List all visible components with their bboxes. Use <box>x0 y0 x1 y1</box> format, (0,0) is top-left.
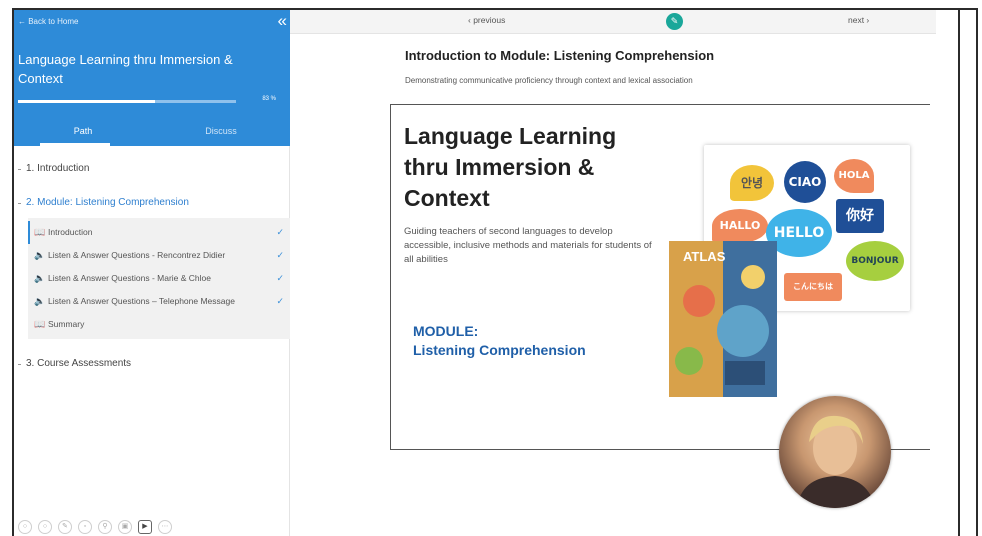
tab-discuss[interactable]: Discuss <box>152 116 290 146</box>
lesson-label: Listen & Answer Questions – Telephone Me… <box>48 296 235 306</box>
help-icon[interactable]: ○ <box>38 520 52 534</box>
completed-check-icon: ✓ <box>276 296 284 306</box>
module-label-line1: MODULE: <box>413 323 479 339</box>
lesson-label: Listen & Answer Questions - Marie & Chlo… <box>48 273 211 283</box>
window-edge <box>958 8 960 536</box>
lesson-item[interactable]: 🔈 Listen & Answer Questions - Rencontrez … <box>28 244 290 267</box>
lesson-label: Summary <box>48 319 85 329</box>
course-progress-bar <box>18 100 236 103</box>
previous-button[interactable]: ‹ previous <box>468 15 505 25</box>
edit-icon[interactable]: ✎ <box>58 520 72 534</box>
lesson-item[interactable]: 📖 Introduction ✓ <box>28 221 290 244</box>
presenter-webcam <box>779 396 891 508</box>
lesson-label: Introduction <box>48 227 93 237</box>
course-outline: 1. Introduction 2. Module: Listening Com… <box>14 160 290 373</box>
course-progress-percent: 83 % <box>262 96 276 102</box>
lesson-item[interactable]: 🔈 Listen & Answer Questions - Marie & Chl… <box>28 267 290 290</box>
lesson-list: 📖 Introduction ✓ 🔈 Listen & Answer Questions… <box>28 218 290 339</box>
course-sidebar: ← Back to Home « Language Learning thru … <box>14 10 290 536</box>
page-title: Introduction to Module: Listening Compre… <box>405 48 715 63</box>
book-icon: 📖 <box>34 319 46 329</box>
atlas-cover-art: ATLAS <box>669 241 777 397</box>
greeting-bubble: HOLA <box>834 159 874 193</box>
sidebar-header: ← Back to Home « Language Learning thru … <box>14 10 290 146</box>
lesson-item[interactable]: 📖 Summary <box>28 313 290 336</box>
pencil-icon[interactable]: ✎ <box>666 13 683 30</box>
greeting-bubble: BONJOUR <box>846 241 904 281</box>
collapse-sidebar-icon[interactable]: « <box>278 12 288 30</box>
next-button[interactable]: next › <box>848 15 869 25</box>
greeting-bubble: 你好 <box>836 199 884 233</box>
search-icon[interactable]: ⚲ <box>98 520 112 534</box>
completed-check-icon: ✓ <box>276 250 284 260</box>
course-title: Language Learning thru Immersion & Conte… <box>18 52 233 86</box>
greeting-bubble: HALLO <box>712 209 768 243</box>
greeting-bubble: こんにちは <box>784 273 842 301</box>
page-subtitle: Demonstrating communicative proficiency … <box>405 76 693 85</box>
book-icon: 📖 <box>34 227 46 237</box>
section-listening-comprehension[interactable]: 2. Module: Listening Comprehension <box>14 194 290 212</box>
speaker-icon: 🔈 <box>34 250 46 260</box>
course-progress-fill <box>18 100 156 103</box>
back-to-home-link[interactable]: ← Back to Home <box>18 17 78 26</box>
video-icon[interactable]: ▶ <box>138 520 152 534</box>
greeting-bubble: CIAO <box>784 161 826 203</box>
atlas-title-text: ATLAS <box>683 249 726 264</box>
accessibility-icon[interactable]: ○ <box>18 520 32 534</box>
slide-title: Language Learning thru Immersion & Conte… <box>404 123 617 211</box>
copy-icon[interactable]: ▣ <box>118 520 132 534</box>
speaker-icon: 🔈 <box>34 296 46 306</box>
sidebar-footer-toolbar: ○ ○ ✎ ▫ ⚲ ▣ ▶ ⋯ <box>18 520 172 534</box>
speaker-icon: 🔈 <box>34 273 46 283</box>
lesson-nav-bar: ‹ previous ✎ next › <box>290 10 936 34</box>
sidebar-tabs: Path Discuss <box>14 116 290 146</box>
active-tab-indicator <box>40 143 110 146</box>
presenter-avatar <box>797 415 875 508</box>
completed-check-icon: ✓ <box>276 227 284 237</box>
lesson-label: Listen & Answer Questions - Rencontrez D… <box>48 250 226 260</box>
atlas-book-cover: ATLAS <box>669 241 777 397</box>
print-icon[interactable]: ▫ <box>78 520 92 534</box>
module-label-line2: Listening Comprehension <box>413 342 586 358</box>
section-course-assessments[interactable]: 3. Course Assessments <box>14 355 290 373</box>
slide-description: Guiding teachers of second languages to … <box>404 226 652 265</box>
section-introduction[interactable]: 1. Introduction <box>14 160 290 178</box>
tab-path[interactable]: Path <box>14 116 152 146</box>
greeting-bubble: 안녕 <box>730 165 774 201</box>
completed-check-icon: ✓ <box>276 273 284 283</box>
more-icon[interactable]: ⋯ <box>158 520 172 534</box>
lesson-item[interactable]: 🔈 Listen & Answer Questions – Telephone M… <box>28 290 290 313</box>
module-label: MODULE: Listening Comprehension <box>413 322 586 360</box>
